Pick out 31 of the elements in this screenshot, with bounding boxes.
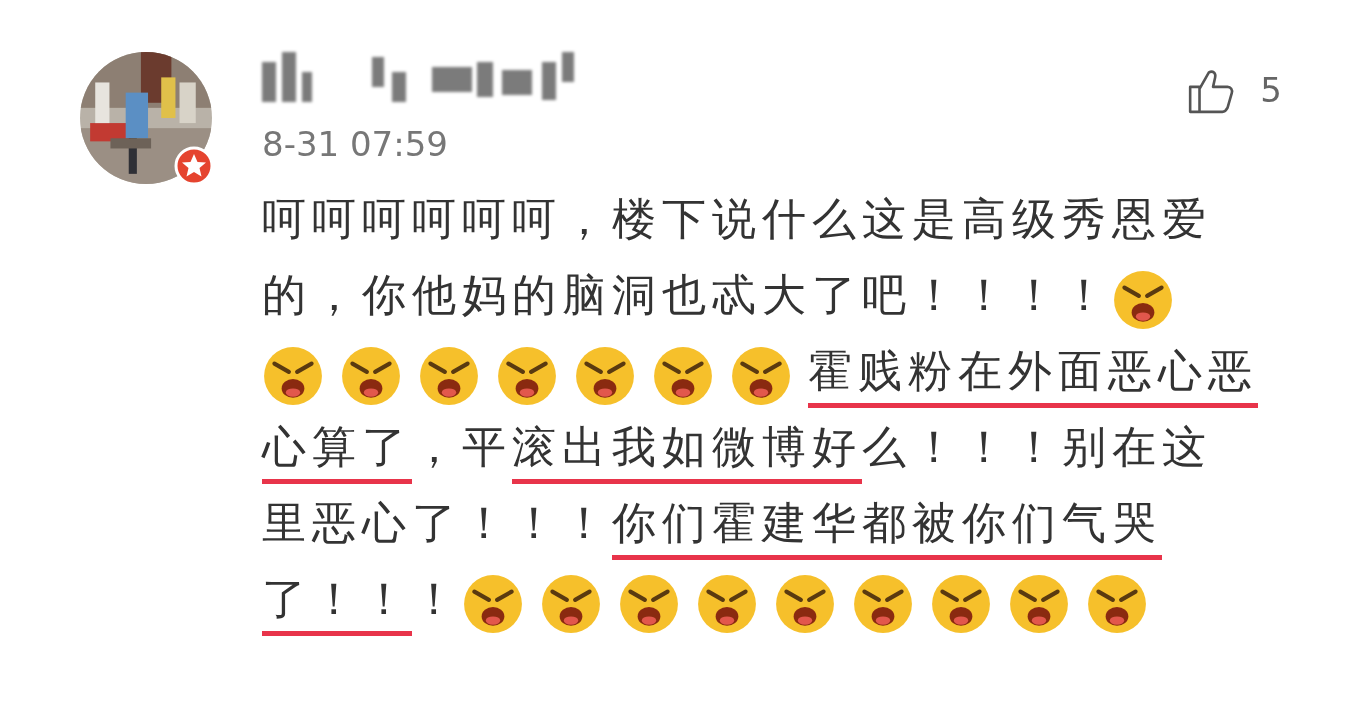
comment-text: 心算了 — [262, 420, 412, 484]
comment-text: 了！！ — [262, 572, 412, 636]
angry-face-icon — [652, 345, 714, 407]
comment-text: 呵呵呵呵呵呵，楼下说什么这是高级秀恩爱 — [262, 192, 1212, 246]
angry-face-icon — [262, 345, 324, 407]
like-button[interactable]: 5 — [1186, 62, 1282, 118]
comment-text: 里恶心了！！！ — [262, 496, 612, 550]
comment-text: 么！！！别在这 — [862, 420, 1212, 474]
star-badge-icon — [174, 146, 214, 186]
angry-face-icon — [340, 345, 402, 407]
angry-face-icon — [730, 345, 792, 407]
angry-face-icon — [418, 345, 480, 407]
comment-time: 8-31 07:59 — [262, 124, 449, 164]
angry-face-icon — [496, 345, 558, 407]
angry-face-icon — [618, 573, 680, 635]
angry-face-icon — [774, 573, 836, 635]
comment-text: 滚出我如微博好 — [512, 420, 862, 484]
comment-text: ！ — [412, 572, 462, 626]
angry-face-icon — [930, 573, 992, 635]
comment-text: ，平 — [412, 420, 512, 474]
angry-face-icon — [540, 573, 602, 635]
comment-text: 霍贱粉在外面恶心恶 — [808, 344, 1258, 408]
angry-face-icon — [696, 573, 758, 635]
comment-text: 你们霍建华都被你们气哭 — [612, 496, 1162, 560]
angry-face-icon — [574, 345, 636, 407]
angry-face-icon — [462, 573, 524, 635]
angry-face-icon — [1008, 573, 1070, 635]
comment-text: 的，你他妈的脑洞也忒大了吧！！！！ — [262, 268, 1112, 322]
angry-face-icon — [1112, 269, 1174, 331]
angry-face-icon — [1086, 573, 1148, 635]
angry-face-icon — [852, 573, 914, 635]
